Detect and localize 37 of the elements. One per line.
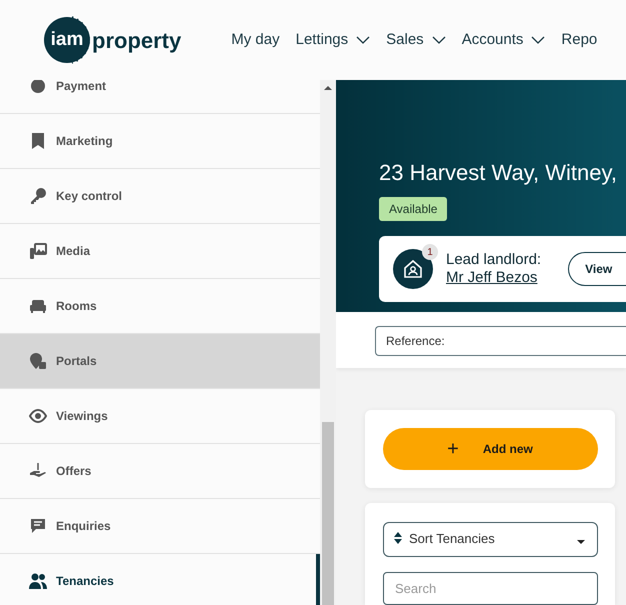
hand-coin-icon — [29, 462, 47, 480]
chevron-down-icon — [432, 36, 446, 44]
chevron-down-icon — [356, 36, 370, 44]
property-address: 23 Harvest Way, Witney, — [379, 159, 618, 187]
nav-link[interactable]: Repo — [561, 28, 598, 52]
add-new-button[interactable]: + Add new — [382, 428, 598, 470]
key-icon — [29, 187, 47, 205]
chevron-down-icon — [531, 36, 546, 44]
landlord-label: Lead landlord: — [446, 251, 542, 269]
view-button[interactable]: View — [568, 252, 626, 286]
chat-icon — [29, 517, 47, 535]
images-icon — [29, 242, 47, 260]
scroll-up-arrow-icon[interactable] — [324, 86, 332, 90]
status-badge: Available — [379, 197, 448, 221]
sidebar-item[interactable]: Portals — [0, 334, 320, 389]
sort-dropdown[interactable]: Sort Tenancies — [383, 522, 598, 557]
logo[interactable]: iam property — [44, 17, 182, 63]
nav-link[interactable]: My day — [231, 28, 280, 52]
scrollbar[interactable] — [320, 80, 336, 605]
field-label: Reference: — [386, 333, 445, 350]
sidebar-item[interactable]: Payment — [0, 80, 320, 114]
nav-link[interactable]: Accounts — [462, 28, 546, 52]
sofa-icon — [29, 297, 47, 315]
scrollbar-thumb[interactable] — [322, 422, 334, 605]
nav-link[interactable]: Sales — [386, 28, 446, 52]
landlord-link[interactable]: Mr Jeff Bezos — [446, 269, 542, 287]
count-badge: 1 — [422, 244, 438, 260]
sort-icon — [394, 532, 402, 544]
people-icon — [29, 572, 47, 590]
search-field[interactable]: Search — [383, 572, 598, 605]
eye-icon — [29, 407, 47, 425]
location-pin-icon — [29, 352, 47, 370]
bookmark-icon — [29, 132, 47, 150]
house-person-icon — [403, 259, 423, 279]
caret-icon — [577, 540, 585, 544]
nav-link[interactable]: Lettings — [296, 28, 370, 52]
reference-field[interactable]: Reference: — [375, 326, 626, 356]
